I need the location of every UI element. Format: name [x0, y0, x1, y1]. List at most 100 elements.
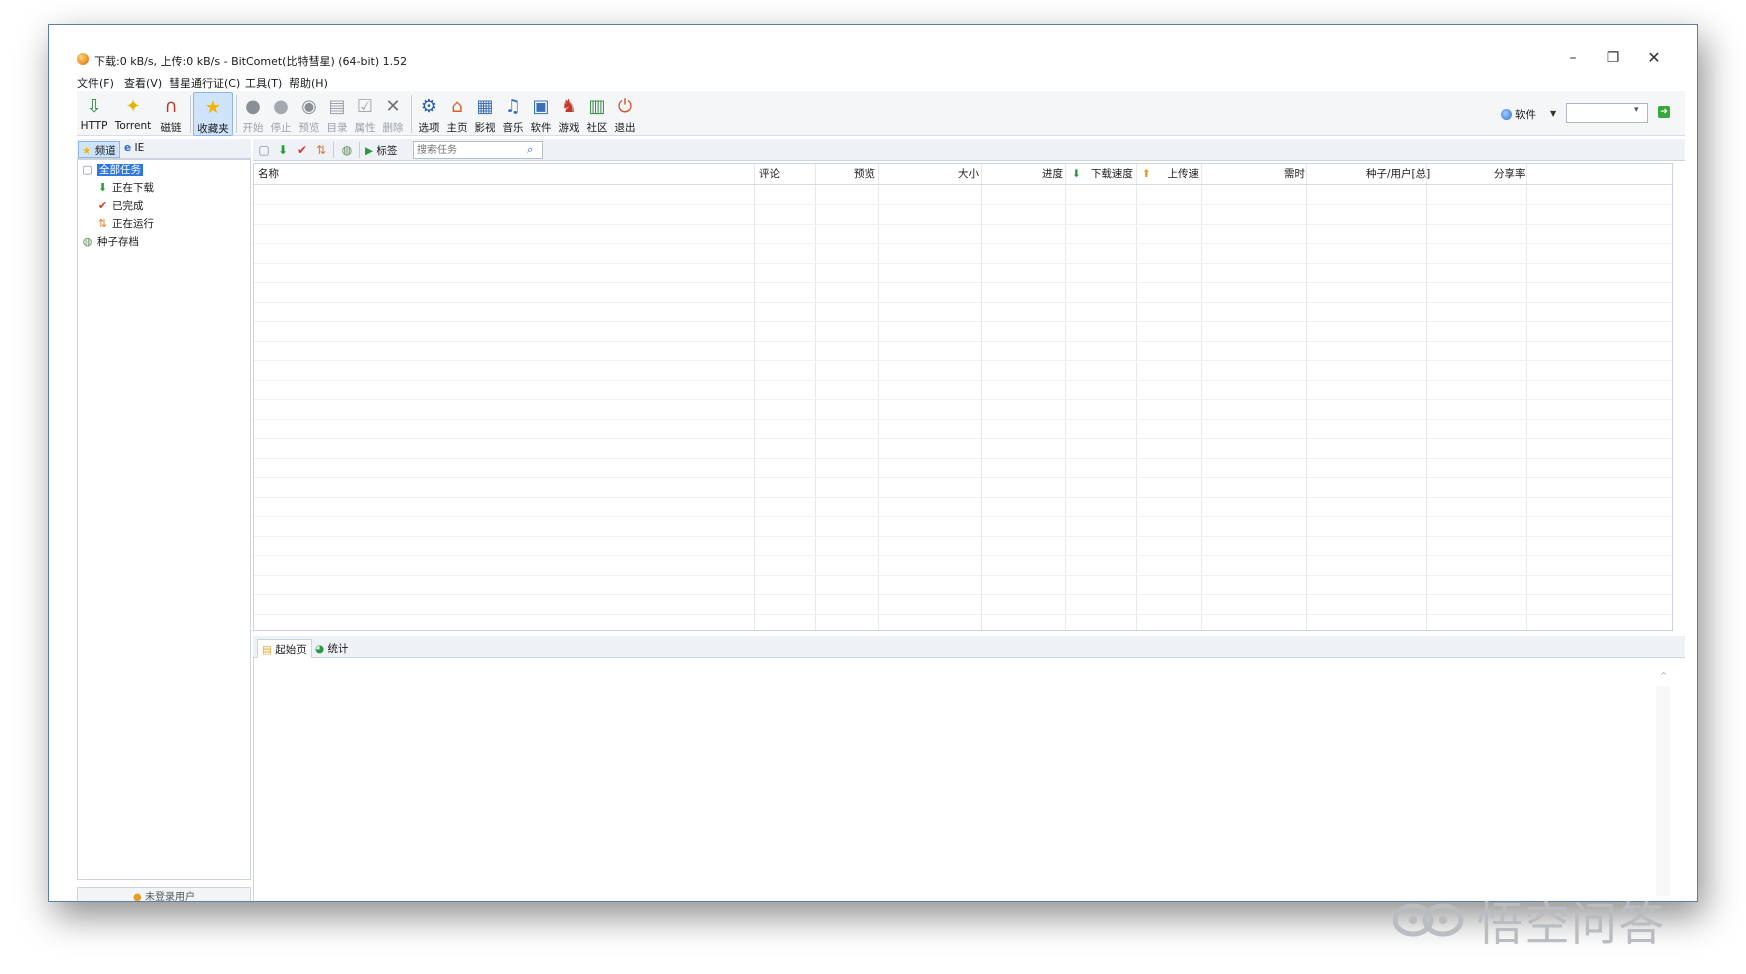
ie-icon: e [124, 142, 132, 154]
toolbar-separator [190, 95, 191, 133]
downloading-icon[interactable]: ⬇ [275, 142, 291, 158]
table-row-divider [254, 321, 1672, 322]
column-divider [1136, 164, 1137, 630]
column-header-upload-speed[interactable]: ⬆ 上传速 [1142, 164, 1199, 184]
table-row-divider [254, 263, 1672, 264]
start-icon: ● [245, 96, 261, 117]
community-button[interactable]: ▥ 社区 [583, 92, 611, 136]
preview-button[interactable]: ◉ 预览 [295, 92, 323, 136]
magnet-icon: ∩ [164, 96, 178, 117]
delete-icon: ✕ [385, 96, 401, 117]
tag-button[interactable]: ▶ 标签 [365, 143, 397, 158]
search-scope-selector[interactable]: 软件 [1501, 107, 1536, 122]
table-row-divider [254, 419, 1672, 420]
tree-item-running[interactable]: ⇅ 正在运行 [96, 216, 154, 231]
scrollbar[interactable] [1656, 686, 1670, 896]
scroll-up-icon[interactable]: ⌃ [1659, 670, 1668, 683]
toolbar-separator [359, 142, 360, 158]
table-row-divider [254, 438, 1672, 439]
table-row-divider [254, 536, 1672, 537]
column-divider [754, 164, 755, 630]
table-row-divider [254, 360, 1672, 361]
table-row-divider [254, 204, 1672, 205]
properties-icon: ☑ [356, 96, 374, 117]
tree-item-completed[interactable]: ✔ 已完成 [96, 198, 144, 213]
exit-button[interactable]: ⏻ 退出 [611, 92, 639, 136]
http-button[interactable]: ⇩ HTTP [77, 92, 111, 136]
column-divider [815, 164, 816, 630]
tag-icon: ▶ [365, 145, 374, 157]
column-divider [1426, 164, 1427, 630]
table-row-divider [254, 516, 1672, 517]
downloading-icon: ⬇ [97, 181, 108, 194]
column-header-name[interactable]: 名称 [258, 164, 279, 184]
menu-view[interactable]: 查看(V) [124, 75, 162, 91]
tab-statistics[interactable]: ◕ 统计 [311, 639, 353, 658]
torrent-button[interactable]: ✦ Torrent [111, 92, 155, 136]
table-row-divider [254, 594, 1672, 595]
table-row-divider [254, 341, 1672, 342]
stop-button[interactable]: ● 停止 [267, 92, 295, 136]
column-header-share-ratio[interactable]: 分享率 [1494, 164, 1526, 184]
menu-help[interactable]: 帮助(H) [289, 75, 328, 91]
chevron-down-icon[interactable]: ▼ [1550, 109, 1556, 118]
main-toolbar: ⇩ HTTP ✦ Torrent ∩ 磁链 ★ 收藏夹 ● 开始 ● 停止 ◉ … [77, 91, 1685, 136]
watermark-text: 悟空问答 [1477, 897, 1665, 951]
music-button[interactable]: ♫ 音乐 [499, 92, 527, 136]
column-header-comment[interactable]: 评论 [759, 164, 780, 184]
window-title: 下载:0 kB/s, 上传:0 kB/s - BitComet(比特彗星) (6… [94, 55, 408, 68]
table-row-divider [254, 399, 1672, 400]
app-logo-icon [77, 53, 89, 65]
globe-icon [1501, 109, 1512, 120]
tree-item-all-tasks[interactable]: ▢ 全部任务 [81, 162, 143, 177]
column-header-time-left[interactable]: 需时 [1284, 164, 1305, 184]
column-header-download-speed[interactable]: ⬇ 下载速度 [1072, 164, 1133, 184]
homepage-button[interactable]: ⌂ 主页 [443, 92, 471, 136]
tree-item-downloading[interactable]: ⬇ 正在下载 [96, 180, 154, 195]
chevron-down-icon[interactable]: ▾ [1634, 105, 1639, 115]
game-button[interactable]: ♞ 游戏 [555, 92, 583, 136]
column-header-progress[interactable]: 进度 [1042, 164, 1063, 184]
running-icon[interactable]: ⇅ [313, 142, 329, 158]
torrent-icon: ✦ [125, 96, 141, 117]
favorites-button[interactable]: ★ 收藏夹 [193, 92, 233, 136]
column-header-preview[interactable]: 预览 [854, 164, 875, 184]
table-row-divider [254, 555, 1672, 556]
software-button[interactable]: ▣ 软件 [527, 92, 555, 136]
options-button[interactable]: ⚙ 选项 [415, 92, 443, 136]
video-icon: ▦ [476, 96, 494, 117]
properties-button[interactable]: ☑ 属性 [351, 92, 379, 136]
all-tasks-icon: ▢ [82, 163, 93, 176]
table-row-divider [254, 497, 1672, 498]
close-button[interactable]: ✕ [1635, 47, 1673, 69]
search-icon[interactable]: ⌕ [527, 143, 533, 157]
task-search-input[interactable] [413, 141, 543, 159]
menu-passport[interactable]: 彗星通行证(C) [169, 75, 240, 91]
tab-start-page[interactable]: ▤ 起始页 [257, 639, 312, 658]
menu-file[interactable]: 文件(F) [77, 75, 114, 91]
table-row-divider [254, 477, 1672, 478]
column-header-size[interactable]: 大小 [958, 164, 979, 184]
detail-tabs: ▤ 起始页 ◕ 统计 [253, 636, 1685, 658]
bitcomet-window: 下载:0 kB/s, 上传:0 kB/s - BitComet(比特彗星) (6… [48, 24, 1698, 902]
video-button[interactable]: ▦ 影视 [471, 92, 499, 136]
magnet-button[interactable]: ∩ 磁链 [155, 92, 187, 136]
table-row-divider [254, 302, 1672, 303]
minimize-button[interactable]: – [1554, 47, 1592, 69]
torrent-archive-icon[interactable]: ◍ [339, 142, 355, 158]
column-header-seeds-peers[interactable]: 种子/用户[总] [1366, 164, 1430, 184]
tab-channel[interactable]: ★ 频道 [78, 141, 120, 158]
go-arrow-icon[interactable]: ➜ [1658, 106, 1670, 118]
delete-button[interactable]: ✕ 删除 [379, 92, 407, 136]
tree-item-torrent-archive[interactable]: ◍ 种子存档 [81, 234, 139, 249]
all-tasks-icon[interactable]: ▢ [256, 142, 272, 158]
directory-button[interactable]: ▤ 目录 [323, 92, 351, 136]
menu-tools[interactable]: 工具(T) [245, 75, 282, 91]
tab-ie[interactable]: e IE [121, 141, 147, 158]
user-login-status[interactable]: ● 未登录用户 [77, 887, 251, 901]
column-divider [878, 164, 879, 630]
completed-icon[interactable]: ✔ [294, 142, 310, 158]
start-button[interactable]: ● 开始 [239, 92, 267, 136]
restore-button[interactable]: ❐ [1594, 47, 1632, 69]
running-icon: ⇅ [97, 217, 108, 230]
